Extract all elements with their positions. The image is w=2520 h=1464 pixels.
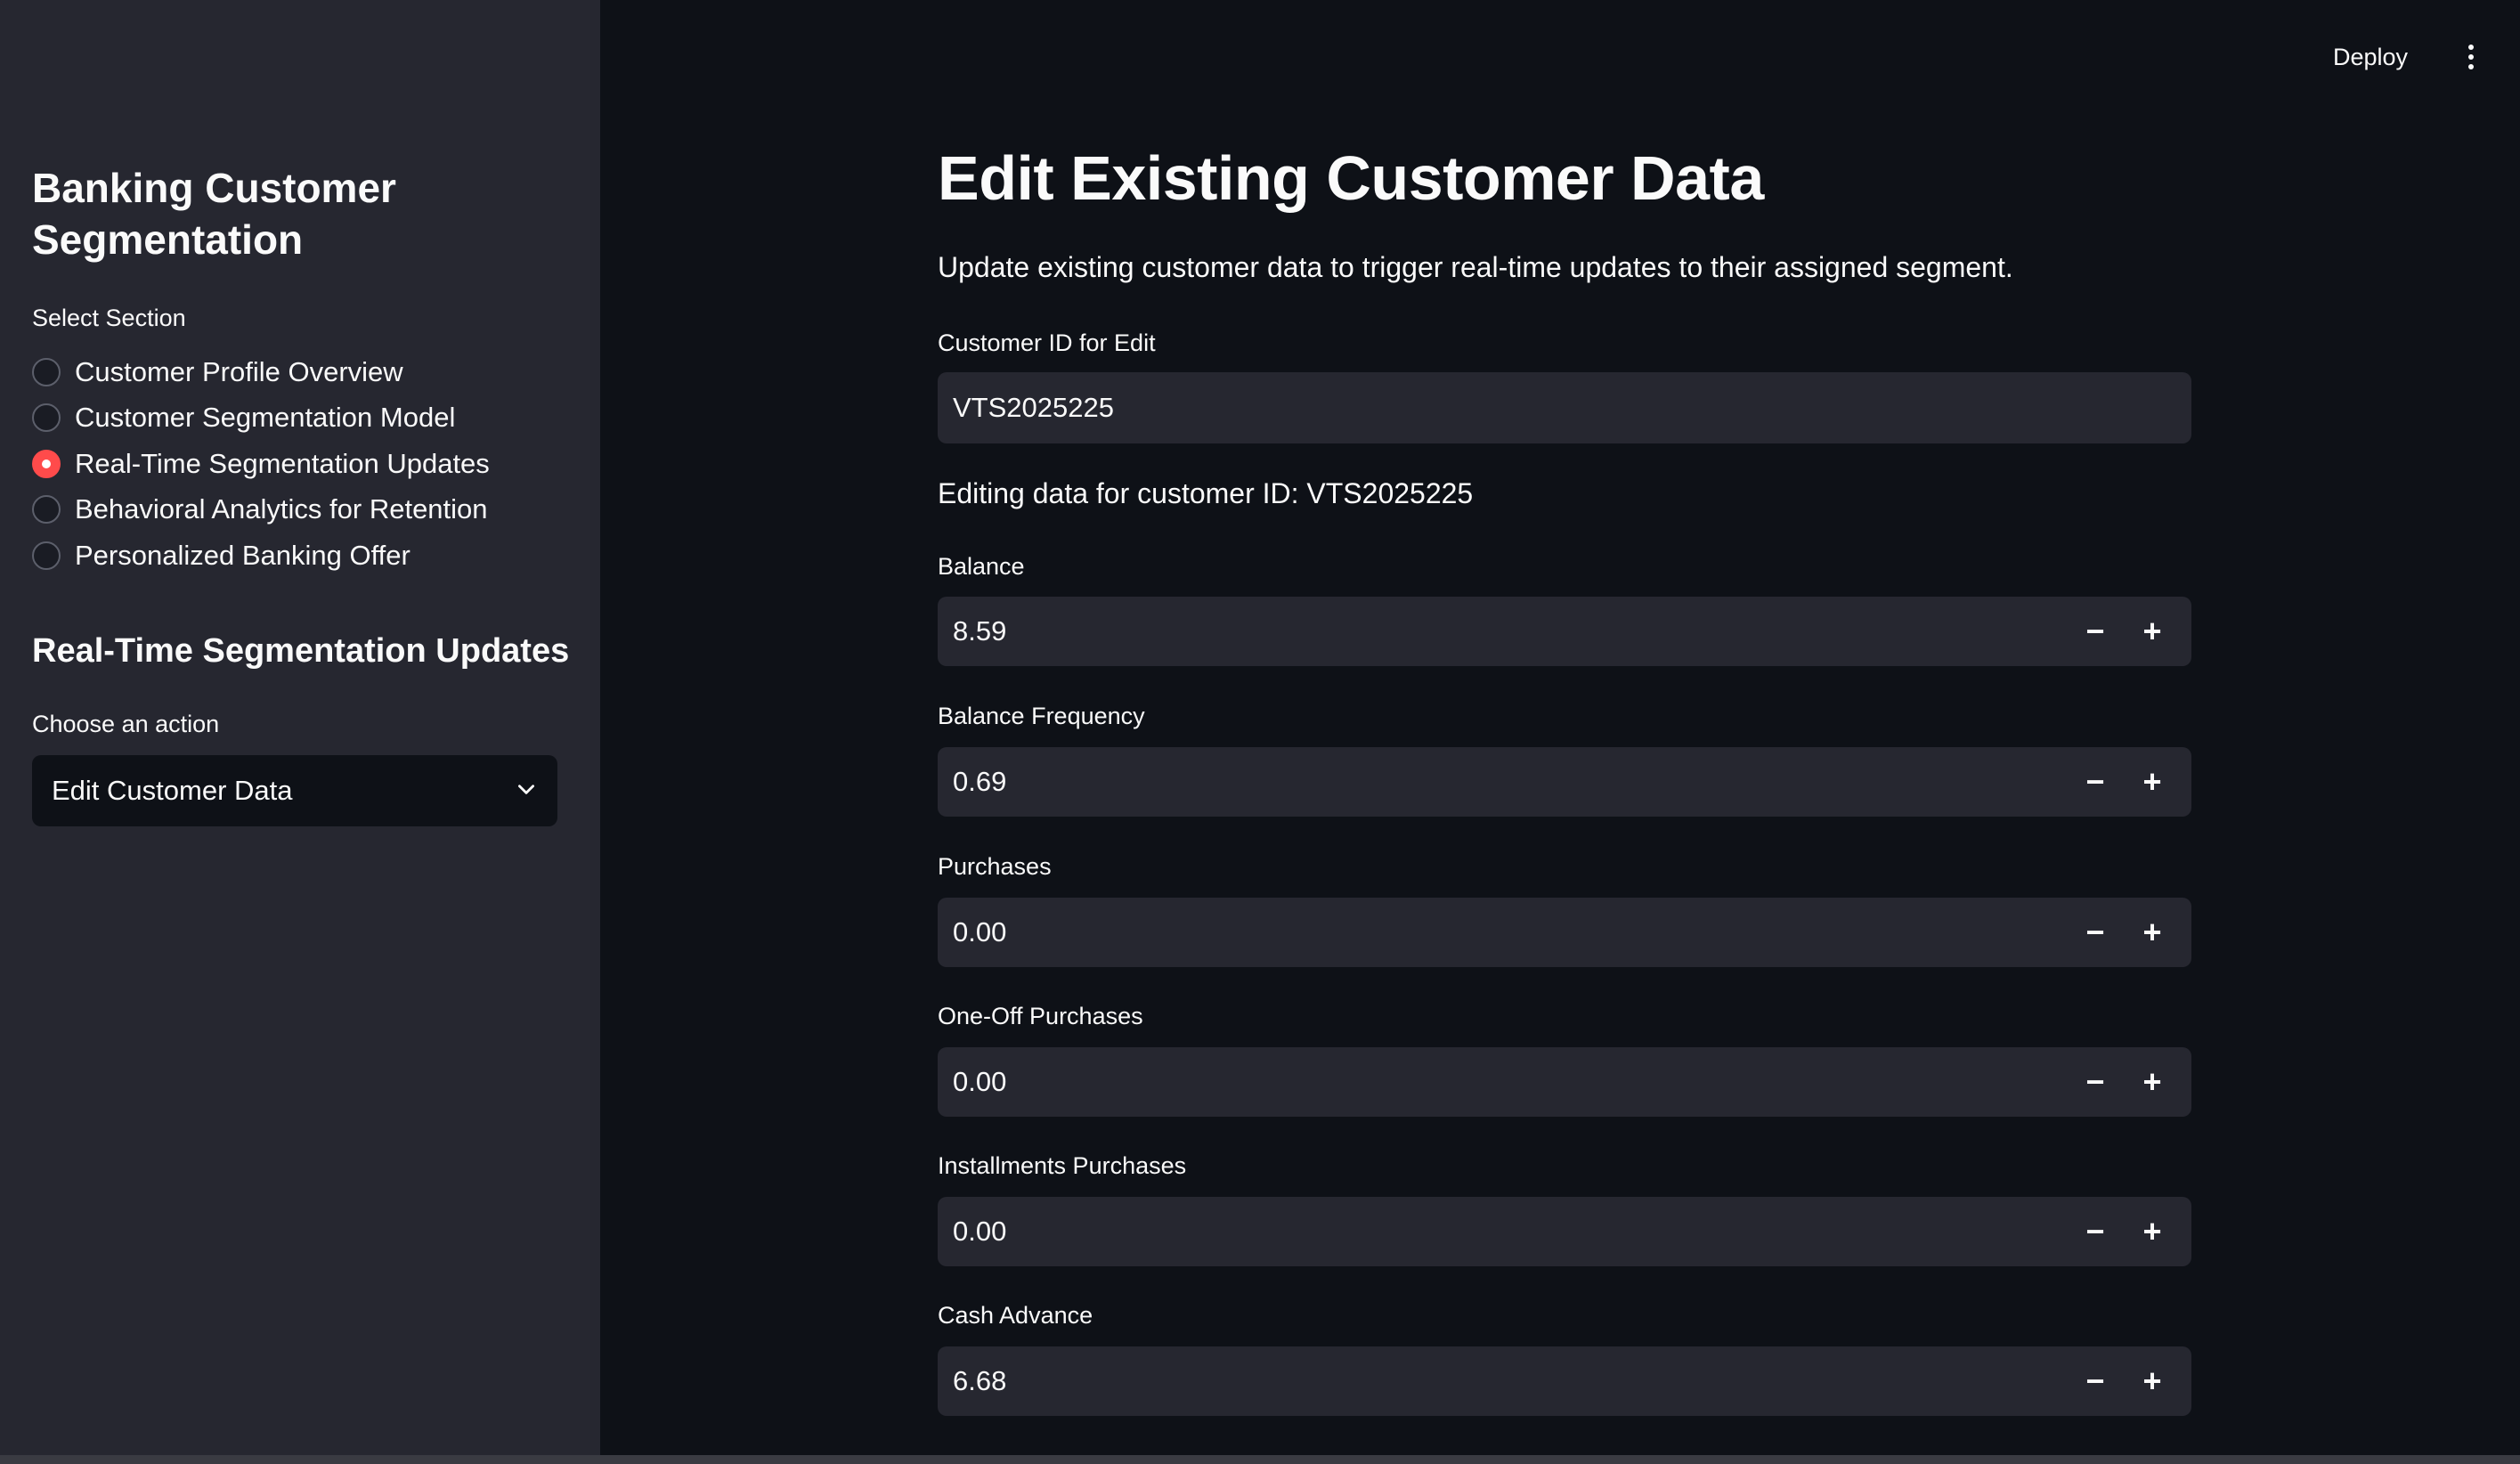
radio-label: Customer Segmentation Model <box>75 402 456 434</box>
radio-label: Personalized Banking Offer <box>75 539 411 571</box>
radio-button[interactable] <box>32 541 61 570</box>
installments-purchases-label: Installments Purchases <box>938 1152 1187 1179</box>
choose-action-label: Choose an action <box>32 711 220 737</box>
decrement-button[interactable]: − <box>2067 1197 2124 1266</box>
customer-id-label: Customer ID for Edit <box>938 329 1156 356</box>
purchases-field[interactable] <box>938 898 2067 967</box>
sidebar-title: Banking Customer Segmentation <box>32 165 396 263</box>
decrement-button[interactable]: − <box>2067 597 2124 666</box>
increment-button[interactable]: + <box>2124 597 2181 666</box>
installments-purchases-field[interactable] <box>938 1197 2067 1266</box>
radio-behavioral-analytics-for-retention[interactable]: Behavioral Analytics for Retention <box>32 487 490 533</box>
radio-customer-profile-overview[interactable]: Customer Profile Overview <box>32 349 490 395</box>
page-description: Update existing customer data to trigger… <box>938 251 2013 283</box>
increment-button[interactable]: + <box>2124 898 2181 967</box>
radio-button-selected[interactable] <box>32 449 61 478</box>
balance-frequency-label: Balance Frequency <box>938 703 1145 729</box>
increment-button[interactable]: + <box>2124 1047 2181 1117</box>
increment-button[interactable]: + <box>2124 1346 2181 1416</box>
increment-button[interactable]: + <box>2124 1197 2181 1266</box>
page-title: Edit Existing Customer Data <box>938 143 1764 213</box>
section-radio-group: Customer Profile Overview Customer Segme… <box>32 349 490 579</box>
balance-label: Balance <box>938 553 1025 580</box>
decrement-button[interactable]: − <box>2067 747 2124 817</box>
radio-button[interactable] <box>32 357 61 386</box>
radio-button[interactable] <box>32 495 61 525</box>
sidebar: Banking Customer Segmentation Select Sec… <box>0 0 600 1455</box>
customer-id-input[interactable] <box>938 372 2191 443</box>
cash-advance-label: Cash Advance <box>938 1302 1093 1329</box>
balance-frequency-field[interactable] <box>938 747 2067 817</box>
radio-customer-segmentation-model[interactable]: Customer Segmentation Model <box>32 395 490 442</box>
radio-real-time-segmentation-updates[interactable]: Real-Time Segmentation Updates <box>32 441 490 487</box>
bottom-scrollbar[interactable] <box>0 1455 2520 1464</box>
increment-button[interactable]: + <box>2124 747 2181 817</box>
decrement-button[interactable]: − <box>2067 1047 2124 1117</box>
vertical-ellipsis-icon[interactable] <box>2458 41 2484 73</box>
deploy-button[interactable]: Deploy <box>2333 39 2408 75</box>
action-select[interactable]: Edit Customer Data <box>32 755 557 826</box>
one-off-purchases-label: One-Off Purchases <box>938 1003 1143 1029</box>
action-select-value: Edit Customer Data <box>52 775 293 806</box>
cash-advance-number-input: − + <box>938 1346 2191 1416</box>
sidebar-subheader: Real-Time Segmentation Updates <box>32 632 570 670</box>
balance-field[interactable] <box>938 597 2067 666</box>
radio-label: Customer Profile Overview <box>75 355 403 387</box>
chevron-down-icon <box>515 777 538 805</box>
editing-status-text: Editing data for customer ID: VTS2025225 <box>938 477 1474 509</box>
radio-personalized-banking-offer[interactable]: Personalized Banking Offer <box>32 533 490 579</box>
balance-number-input: − + <box>938 597 2191 666</box>
decrement-button[interactable]: − <box>2067 1346 2124 1416</box>
one-off-purchases-field[interactable] <box>938 1047 2067 1117</box>
one-off-purchases-number-input: − + <box>938 1047 2191 1117</box>
select-section-label: Select Section <box>32 305 186 331</box>
installments-purchases-number-input: − + <box>938 1197 2191 1266</box>
decrement-button[interactable]: − <box>2067 898 2124 967</box>
purchases-number-input: − + <box>938 898 2191 967</box>
cash-advance-field[interactable] <box>938 1346 2067 1416</box>
radio-label: Behavioral Analytics for Retention <box>75 493 488 525</box>
purchases-label: Purchases <box>938 853 1052 880</box>
radio-label: Real-Time Segmentation Updates <box>75 447 490 479</box>
radio-button[interactable] <box>32 403 61 433</box>
balance-frequency-number-input: − + <box>938 747 2191 817</box>
